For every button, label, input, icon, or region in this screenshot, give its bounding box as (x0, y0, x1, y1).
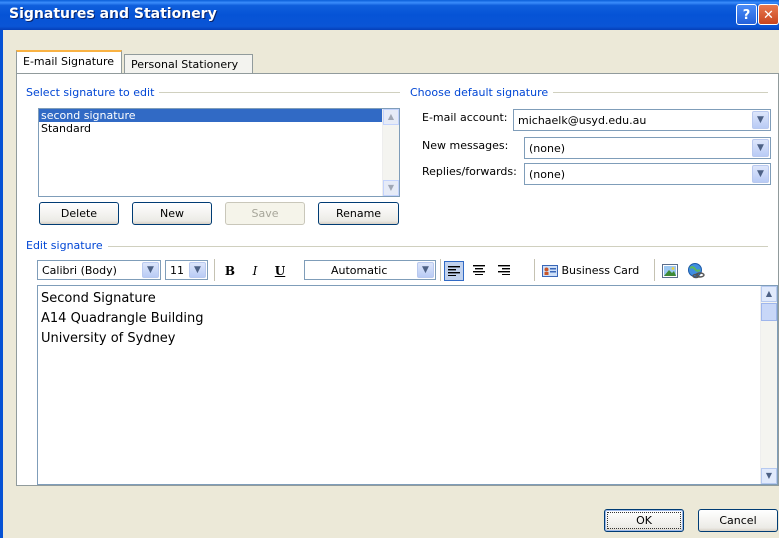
new-messages-value: (none) (529, 142, 566, 155)
align-center-icon (473, 265, 485, 275)
new-messages-select[interactable]: (none) ▼ (524, 137, 771, 159)
toolbar-separator (440, 259, 441, 281)
replies-forwards-select[interactable]: (none) ▼ (524, 163, 771, 185)
chevron-down-icon: ▼ (752, 139, 769, 157)
font-color-value: Automatic (331, 264, 388, 277)
scroll-up-icon[interactable]: ▲ (383, 109, 399, 125)
signature-line: Second Signature (41, 291, 156, 306)
window-title: Signatures and Stationery (9, 6, 217, 22)
italic-button[interactable]: I (245, 261, 265, 281)
list-item[interactable]: second signature (39, 109, 382, 122)
help-button[interactable]: ? (736, 4, 757, 25)
replies-forwards-label: Replies/forwards: (422, 165, 517, 178)
replies-forwards-value: (none) (529, 168, 566, 181)
ok-button[interactable]: OK (604, 509, 684, 532)
font-color-select[interactable]: Automatic ▼ (304, 260, 436, 280)
signatures-dialog: Signatures and Stationery ? ✕ E-mail Sig… (0, 0, 779, 538)
title-bar: Signatures and Stationery ? ✕ (0, 0, 779, 30)
insert-hyperlink-button[interactable] (686, 261, 706, 281)
close-button[interactable]: ✕ (758, 4, 779, 25)
cancel-button[interactable]: Cancel (698, 509, 778, 532)
email-account-label: E-mail account: (422, 111, 508, 124)
toolbar-separator (654, 259, 655, 281)
signature-line: A14 Quadrangle Building (41, 311, 204, 326)
delete-button[interactable]: Delete (39, 202, 119, 225)
close-icon: ✕ (763, 8, 774, 23)
signature-list-scrollbar[interactable]: ▲ ▼ (382, 109, 399, 196)
scroll-down-icon[interactable]: ▼ (383, 180, 399, 196)
business-card-label: Business Card (561, 264, 640, 277)
insert-hyperlink-icon (688, 263, 705, 279)
chevron-down-icon: ▼ (752, 165, 769, 183)
font-size-select[interactable]: 11 ▼ (165, 260, 208, 280)
list-item[interactable]: Standard (39, 122, 399, 135)
scroll-down-icon[interactable]: ▼ (761, 468, 777, 484)
font-select[interactable]: Calibri (Body) ▼ (37, 260, 161, 280)
chevron-down-icon: ▼ (752, 111, 769, 129)
align-right-button[interactable] (494, 261, 514, 281)
toolbar-separator (214, 259, 215, 281)
toolbar-separator (534, 259, 535, 281)
signature-line: University of Sydney (41, 331, 176, 346)
window-border (0, 30, 3, 538)
signature-list[interactable]: second signature Standard ▲ ▼ (38, 108, 400, 197)
scroll-thumb[interactable] (761, 303, 777, 321)
underline-button[interactable]: U (270, 261, 290, 281)
rename-button[interactable]: Rename (318, 202, 399, 225)
insert-picture-button[interactable] (660, 261, 680, 281)
tab-personal-stationery-label: Personal Stationery (131, 58, 239, 71)
tab-email-signature-label: E-mail Signature (23, 55, 115, 68)
new-button[interactable]: New (132, 202, 212, 225)
tab-email-signature[interactable]: E-mail Signature (16, 50, 122, 73)
chevron-down-icon: ▼ (142, 262, 159, 278)
edit-signature-group-label: Edit signature (26, 239, 108, 252)
align-right-icon (498, 265, 510, 275)
font-size-value: 11 (170, 264, 184, 277)
scroll-up-icon[interactable]: ▲ (761, 286, 777, 302)
email-account-value: michaelk@usyd.edu.au (518, 114, 647, 127)
business-card-icon (542, 265, 558, 277)
insert-picture-icon (662, 264, 678, 278)
email-account-select[interactable]: michaelk@usyd.edu.au ▼ (513, 109, 771, 131)
chevron-down-icon: ▼ (189, 262, 206, 278)
bold-button[interactable]: B (220, 261, 240, 281)
font-value: Calibri (Body) (42, 264, 117, 277)
save-button[interactable]: Save (225, 202, 305, 225)
chevron-down-icon: ▼ (417, 262, 434, 278)
editor-scrollbar[interactable]: ▲ ▼ (760, 286, 777, 484)
business-card-button[interactable]: Business Card (542, 261, 648, 281)
default-signature-group-label: Choose default signature (410, 86, 554, 99)
align-left-icon (448, 266, 460, 276)
edit-group-divider (26, 246, 768, 247)
align-center-button[interactable] (469, 261, 489, 281)
select-signature-group-label: Select signature to edit (26, 86, 160, 99)
new-messages-label: New messages: (422, 139, 509, 152)
tab-personal-stationery[interactable]: Personal Stationery (124, 54, 253, 74)
help-icon: ? (742, 8, 751, 23)
align-left-button[interactable] (444, 261, 464, 281)
signature-editor[interactable]: Second Signature A14 Quadrangle Building… (37, 285, 778, 485)
